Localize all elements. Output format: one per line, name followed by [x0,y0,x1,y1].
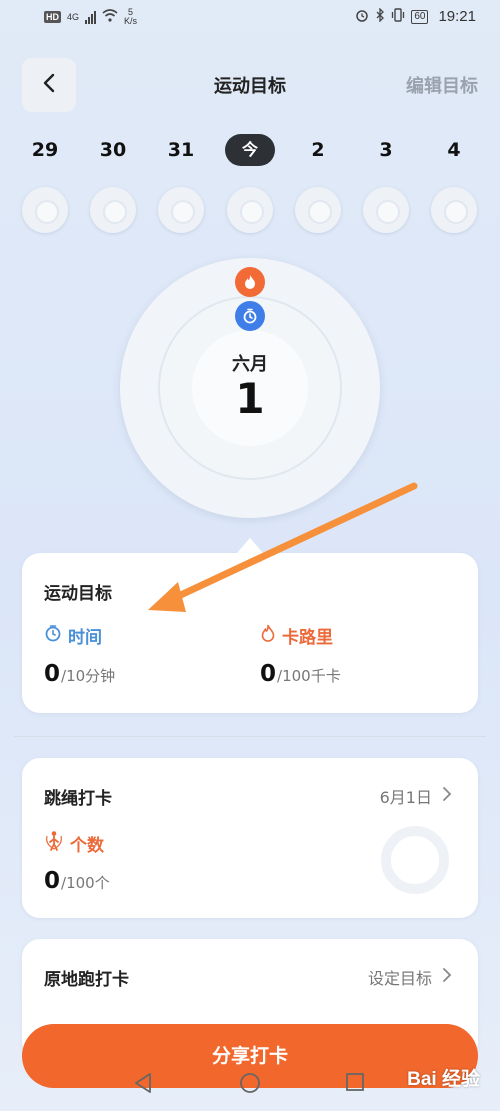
set-goal-link[interactable]: 设定目标 [368,965,452,989]
date-item[interactable]: 30 [88,134,138,166]
alarm-icon [355,8,369,25]
chevron-right-icon [442,967,452,987]
network-speed: 5 K/s [124,8,137,26]
calorie-metric-label: 卡路里 [260,623,333,648]
day-progress-circle[interactable] [295,187,341,233]
time-metric-label: 时间 [44,623,102,648]
jump-rope-progress-ring [381,826,449,894]
status-bar: HD 4G 5 K/s 60 19:21 [0,0,500,36]
stopwatch-icon [235,301,265,331]
wifi-icon [102,9,118,25]
date-item[interactable]: 31 [156,134,206,166]
date-strip: 29 30 31 今 2 3 4 [0,134,500,168]
day-progress-circle[interactable] [431,187,477,233]
jump-rope-date: 6月1日 [379,788,432,807]
day-progress-circle[interactable] [363,187,409,233]
date-item[interactable]: 4 [429,134,479,166]
running-card-title: 原地跑打卡 [44,970,129,990]
jump-rope-card[interactable]: 跳绳打卡 6月1日 个数 0/100个 [22,758,478,918]
clock: 19:21 [438,8,476,25]
section-divider [14,736,486,737]
count-metric-label: 个数 [44,830,104,857]
count-metric-value: 0/100个 [44,868,110,894]
time-metric-value: 0/10分钟 [44,661,115,687]
day-progress-circle[interactable] [22,187,68,233]
date-item[interactable]: 2 [293,134,343,166]
day-progress-circle[interactable] [227,187,273,233]
goal-card: 运动目标 时间 0/10分钟 卡路里 0/100千卡 [22,553,478,713]
calorie-metric-value: 0/100千卡 [260,661,341,687]
flame-icon [260,624,276,647]
count-label: 个数 [70,836,104,856]
nav-back-icon[interactable] [133,1072,153,1098]
dial-day: 1 [235,374,265,423]
date-item[interactable]: 3 [361,134,411,166]
flame-icon [235,267,265,297]
edit-goal-button[interactable]: 编辑目标 [406,72,478,98]
stopwatch-icon [44,624,62,647]
hd-badge: HD [44,11,61,23]
jump-rope-icon [44,830,64,857]
time-unit: /10分钟 [61,667,116,685]
calorie-value: 0 [260,661,277,687]
time-label: 时间 [68,628,102,648]
network-type: 4G [67,12,80,22]
signal-icon [85,10,97,24]
speed-unit: K/s [124,16,138,26]
date-item[interactable]: 29 [20,134,70,166]
nav-home-icon[interactable] [239,1072,261,1098]
chevron-right-icon [442,786,452,806]
calorie-unit: /100千卡 [277,667,341,685]
goal-card-title: 运动目标 [44,584,112,604]
battery-indicator: 60 [411,9,429,24]
jump-rope-card-title: 跳绳打卡 [44,789,112,809]
card-pointer [236,538,264,554]
watermark-logo: Bai 经验 [407,1069,480,1090]
day-progress-circle[interactable] [90,187,136,233]
time-value: 0 [44,661,61,687]
day-progress-circle[interactable] [158,187,204,233]
dial-month: 六月 [232,354,268,375]
date-item-today[interactable]: 今 [225,134,275,166]
count-unit: /100个 [61,874,110,892]
vibrate-icon [391,8,405,25]
count-value: 0 [44,868,61,894]
header: 运动目标 编辑目标 [0,58,500,112]
nav-recents-icon[interactable] [345,1072,365,1096]
day-progress-row [0,187,500,235]
calorie-label: 卡路里 [282,628,333,648]
set-goal-label: 设定目标 [367,969,432,988]
bluetooth-icon [375,7,385,25]
jump-rope-card-date[interactable]: 6月1日 [380,784,452,808]
